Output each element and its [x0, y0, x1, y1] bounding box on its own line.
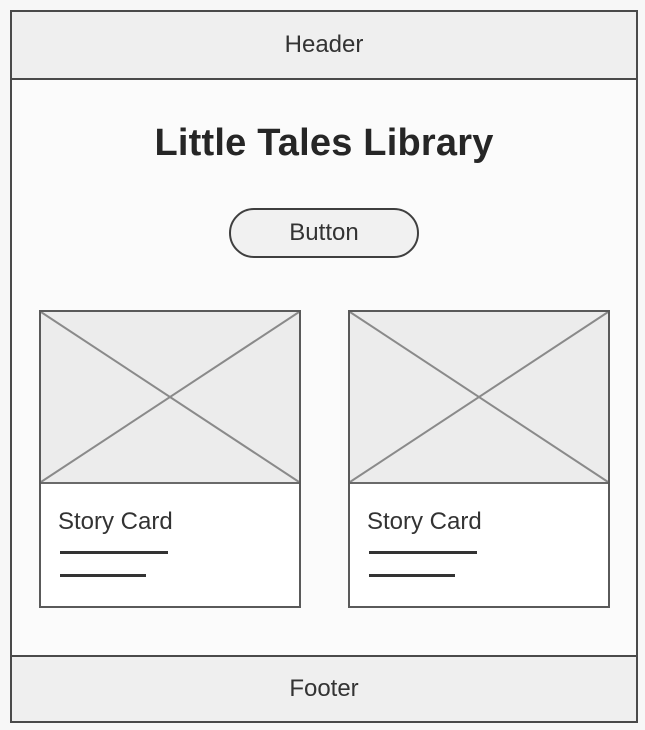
- text-line-placeholder: [60, 551, 168, 554]
- text-line-placeholder: [369, 574, 455, 577]
- image-placeholder-icon: [350, 312, 608, 484]
- primary-button[interactable]: Button: [229, 208, 419, 258]
- page-footer: Footer: [12, 655, 636, 721]
- footer-label: Footer: [289, 675, 359, 702]
- text-line-placeholder: [60, 574, 146, 577]
- wireframe-frame: Header Little Tales Library Button Story…: [10, 10, 638, 723]
- page-title: Little Tales Library: [154, 122, 494, 164]
- story-card-title: Story Card: [58, 508, 173, 535]
- story-card[interactable]: Story Card: [348, 310, 610, 608]
- story-card-title: Story Card: [367, 508, 482, 535]
- header-label: Header: [284, 31, 364, 58]
- image-placeholder-icon: [41, 312, 299, 484]
- story-card[interactable]: Story Card: [39, 310, 301, 608]
- primary-button-label: Button: [289, 219, 359, 246]
- text-line-placeholder: [369, 551, 477, 554]
- page-header: Header: [12, 12, 636, 80]
